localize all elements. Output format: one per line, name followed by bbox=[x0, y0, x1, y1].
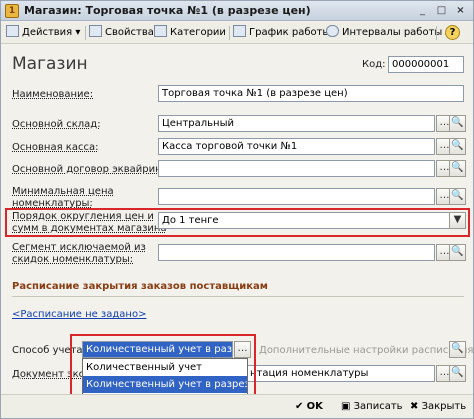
document-open-button[interactable]: 🔍 bbox=[449, 365, 466, 382]
name-field[interactable]: Торговая точка №1 (в разрезе цен) bbox=[158, 85, 464, 102]
title-bar: 1 Магазин: Торговая точка №1 (в разрезе … bbox=[1, 1, 473, 21]
save-icon: ▣ bbox=[341, 401, 351, 412]
actions-menu[interactable]: Действия ▾ bbox=[6, 25, 80, 41]
minprice-field[interactable] bbox=[158, 188, 435, 205]
dropdown-arrow-icon: ▾ bbox=[75, 27, 81, 38]
schedule-group-title: Расписание закрытия заказов поставщикам bbox=[12, 281, 268, 292]
cashbox-field[interactable]: Касса торговой точки №1 bbox=[158, 138, 435, 155]
actions-icon bbox=[6, 25, 19, 37]
segment-field[interactable] bbox=[158, 244, 435, 261]
categories-button[interactable]: Категории bbox=[154, 25, 226, 41]
rounding-dropdown-button[interactable]: ▼ bbox=[449, 212, 466, 229]
close-button[interactable]: ✖ Закрыть bbox=[406, 398, 470, 416]
minprice-open-button[interactable]: 🔍 bbox=[449, 188, 466, 205]
search-icon: 🔍 bbox=[451, 140, 464, 151]
save-button[interactable]: ▣ Записать bbox=[337, 398, 407, 416]
segment-label: Сегмент исключаемой из скидок номенклату… bbox=[12, 242, 146, 265]
window: 1 Магазин: Торговая точка №1 (в разрезе … bbox=[0, 0, 474, 419]
ok-icon: ✔ bbox=[295, 401, 304, 412]
group-divider bbox=[12, 296, 464, 297]
intervals-button[interactable]: Интервалы работы bbox=[326, 25, 442, 41]
segment-open-button[interactable]: 🔍 bbox=[449, 244, 466, 261]
method-highlight bbox=[70, 334, 256, 398]
minprice-label: Минимальная цена номенклатуры: bbox=[12, 186, 114, 209]
window-title: Магазин: Торговая точка №1 (в разрезе це… bbox=[24, 4, 311, 17]
acquiring-label: Основной договор эквайринга: bbox=[12, 164, 177, 175]
clock-icon bbox=[326, 25, 339, 37]
acquiring-field[interactable] bbox=[158, 160, 435, 177]
toolbar-separator bbox=[436, 26, 437, 40]
warehouse-field[interactable]: Центральный bbox=[158, 115, 435, 132]
code-field[interactable]: 000000001 bbox=[388, 56, 464, 73]
warehouse-open-button[interactable]: 🔍 bbox=[449, 115, 466, 132]
search-icon: 🔍 bbox=[451, 190, 464, 201]
minimize-button[interactable]: _ bbox=[414, 4, 431, 18]
search-icon: 🔍 bbox=[451, 367, 464, 378]
schedule-button[interactable]: График работы bbox=[233, 25, 330, 41]
properties-icon bbox=[89, 25, 102, 37]
extra-settings-button[interactable]: Дополнительные настройки расписания bbox=[259, 345, 473, 357]
acquiring-open-button[interactable]: 🔍 bbox=[449, 160, 466, 177]
cashbox-label: Основная касса: bbox=[12, 142, 99, 153]
ok-button[interactable]: ✔ OK bbox=[291, 398, 327, 416]
maximize-button[interactable]: □ bbox=[433, 4, 450, 18]
dropdown-arrow-icon: ▼ bbox=[453, 214, 462, 225]
calendar-icon bbox=[233, 25, 246, 37]
help-button[interactable]: ? bbox=[445, 25, 460, 40]
code-label: Код: bbox=[362, 59, 386, 70]
warehouse-label: Основной склад: bbox=[12, 119, 101, 130]
search-icon: 🔍 bbox=[451, 117, 464, 128]
rounding-label: Порядок округления цен и сумм в документ… bbox=[12, 211, 167, 234]
search-icon: 🔍 bbox=[451, 246, 464, 257]
close-icon: ✖ bbox=[410, 401, 419, 412]
search-icon: 🔍 bbox=[451, 162, 464, 173]
close-window-button[interactable]: × bbox=[452, 4, 469, 18]
schedule-link[interactable]: <Расписание не задано> bbox=[12, 309, 146, 320]
cashbox-open-button[interactable]: 🔍 bbox=[449, 138, 466, 155]
toolbar-separator bbox=[229, 26, 230, 40]
bottom-bar: ✔ OK ▣ Записать ✖ Закрыть bbox=[1, 394, 473, 418]
search-icon: 🔍 bbox=[451, 343, 464, 354]
extra-settings-icon[interactable]: 🔍 bbox=[449, 341, 466, 358]
app-icon: 1 bbox=[5, 4, 19, 18]
toolbar: Действия ▾ Свойства Категории График раб… bbox=[1, 22, 473, 44]
name-label: Наименование: bbox=[12, 89, 94, 100]
rounding-select[interactable]: До 1 тенге bbox=[158, 212, 464, 229]
properties-button[interactable]: Свойства bbox=[89, 25, 154, 41]
page-title: Магазин bbox=[12, 54, 88, 74]
categories-icon bbox=[154, 25, 167, 37]
toolbar-separator bbox=[85, 26, 86, 40]
